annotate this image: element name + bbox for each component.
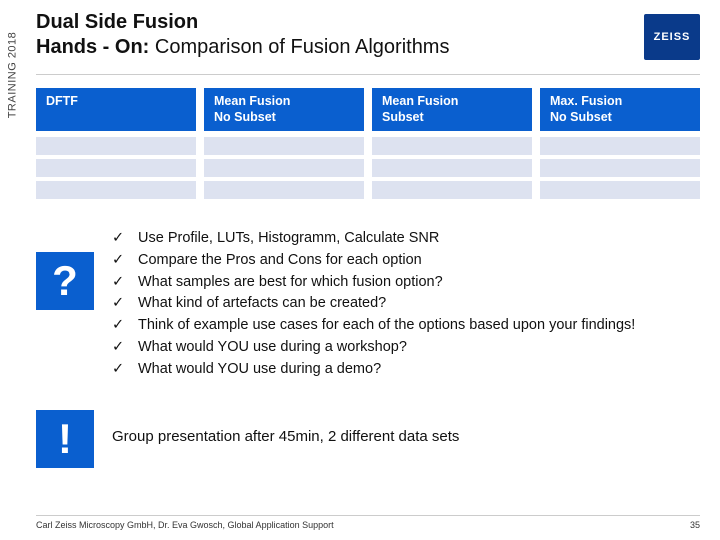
table-cell [204, 159, 364, 177]
th-max-no-subset: Max. Fusion No Subset [540, 88, 700, 131]
comparison-table: DFTF Mean Fusion No Subset Mean Fusion S… [36, 88, 700, 199]
list-item-text: What samples are best for which fusion o… [138, 272, 443, 294]
list-item-text: Think of example use cases for each of t… [138, 315, 635, 337]
list-item-text: What would YOU use during a workshop? [138, 337, 407, 359]
question-badge: ? [36, 252, 94, 310]
table-cell [540, 181, 700, 199]
table-cell [36, 137, 196, 155]
table-row [36, 181, 700, 199]
list-item-text: What would YOU use during a demo? [138, 359, 381, 381]
check-icon: ✓ [112, 293, 126, 315]
table-cell [372, 181, 532, 199]
table-cell [36, 181, 196, 199]
slide-header: Dual Side Fusion Hands - On: Comparison … [36, 10, 700, 75]
title-line-1: Dual Side Fusion [36, 10, 449, 35]
list-item: ✓ What would YOU use during a demo? [112, 359, 635, 381]
check-icon: ✓ [112, 228, 126, 250]
list-item: ✓ What samples are best for which fusion … [112, 272, 635, 294]
table-cell [372, 137, 532, 155]
th-mean-no-subset-text: Mean Fusion No Subset [214, 94, 290, 125]
footer-left: Carl Zeiss Microscopy GmbH, Dr. Eva Gwos… [36, 520, 334, 530]
table-row [36, 159, 700, 177]
table-body [36, 137, 700, 199]
table-cell [540, 159, 700, 177]
list-item-text: Compare the Pros and Cons for each optio… [138, 250, 422, 272]
exclaim-badge-text: ! [58, 415, 72, 463]
table-cell [204, 137, 364, 155]
list-item: ✓ Compare the Pros and Cons for each opti… [112, 250, 635, 272]
list-item-text: Use Profile, LUTs, Histogramm, Calculate… [138, 228, 439, 250]
check-icon: ✓ [112, 337, 126, 359]
th-max-no-subset-text: Max. Fusion No Subset [550, 94, 622, 125]
group-callout: ! Group presentation after 45min, 2 diff… [36, 416, 700, 468]
group-text: Group presentation after 45min, 2 differ… [112, 416, 459, 445]
table-cell [372, 159, 532, 177]
zeiss-logo-text: ZEISS [654, 31, 691, 43]
table-row [36, 137, 700, 155]
check-icon: ✓ [112, 250, 126, 272]
table-cell [204, 181, 364, 199]
footer-page-number: 35 [690, 520, 700, 530]
title-line-2: Hands - On: Comparison of Fusion Algorit… [36, 35, 449, 60]
question-list: ✓ Use Profile, LUTs, Histogramm, Calculat… [112, 228, 635, 380]
sidebar-training-label: TRAINING 2018 [0, 0, 26, 85]
check-icon: ✓ [112, 315, 126, 337]
title-block: Dual Side Fusion Hands - On: Comparison … [36, 10, 449, 60]
exclaim-badge: ! [36, 410, 94, 468]
table-cell [540, 137, 700, 155]
table-cell [36, 159, 196, 177]
th-dftf: DFTF [36, 88, 196, 131]
table-header-row: DFTF Mean Fusion No Subset Mean Fusion S… [36, 88, 700, 131]
list-item: ✓ What kind of artefacts can be created? [112, 293, 635, 315]
th-mean-subset: Mean Fusion Subset [372, 88, 532, 131]
th-dftf-text: DFTF [46, 94, 78, 110]
th-mean-subset-text: Mean Fusion Subset [382, 94, 458, 125]
title-line-2-rest: Comparison of Fusion Algorithms [149, 36, 449, 58]
title-line-2-bold: Hands - On: [36, 36, 149, 58]
check-icon: ✓ [112, 359, 126, 381]
zeiss-logo: ZEISS [644, 14, 700, 60]
slide-footer: Carl Zeiss Microscopy GmbH, Dr. Eva Gwos… [36, 515, 700, 530]
list-item: ✓ Think of example use cases for each of … [112, 315, 635, 337]
question-badge-text: ? [52, 257, 78, 305]
list-item: ✓ Use Profile, LUTs, Histogramm, Calculat… [112, 228, 635, 250]
questions-callout: ? ✓ Use Profile, LUTs, Histogramm, Calcul… [36, 228, 700, 380]
check-icon: ✓ [112, 272, 126, 294]
sidebar-training-text: TRAINING 2018 [6, 32, 18, 119]
list-item: ✓ What would YOU use during a workshop? [112, 337, 635, 359]
list-item-text: What kind of artefacts can be created? [138, 293, 386, 315]
th-mean-no-subset: Mean Fusion No Subset [204, 88, 364, 131]
